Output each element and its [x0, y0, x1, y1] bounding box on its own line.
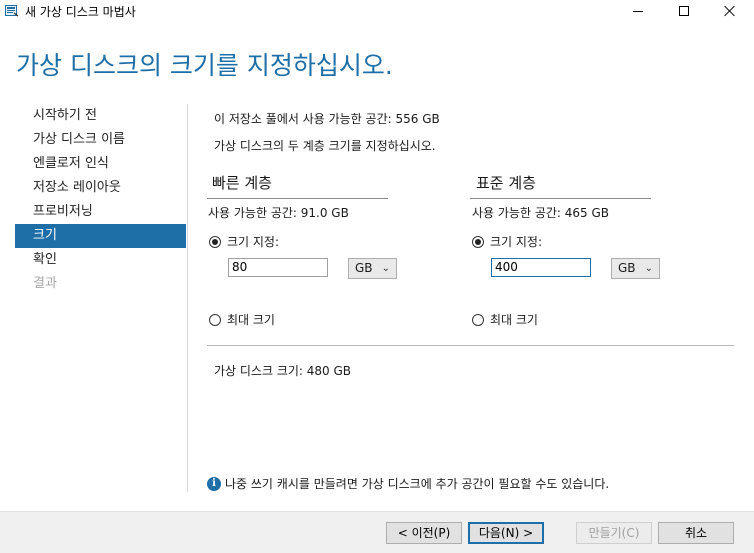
close-button[interactable] — [707, 0, 753, 22]
info-icon: i — [207, 476, 221, 491]
close-icon — [724, 5, 736, 17]
cancel-button[interactable]: 취소 — [658, 522, 734, 544]
maximize-button[interactable] — [661, 0, 707, 22]
title-bar: 새 가상 디스크 마법사 — [0, 0, 754, 22]
page-title: 가상 디스크의 크기를 지정하십시오. — [16, 51, 393, 80]
fast-tier-max-label: 최대 크기 — [227, 313, 275, 327]
fast-tier-size-input[interactable]: 80 — [228, 258, 328, 277]
minimize-icon — [633, 10, 643, 12]
virtual-disk-size: 가상 디스크 크기: 480 GB — [214, 364, 352, 378]
standard-tier-max-size-option[interactable]: 최대 크기 — [472, 311, 538, 328]
chevron-down-icon: ⌄ — [381, 263, 390, 274]
fast-tier-specify-label: 크기 지정: — [227, 235, 280, 249]
next-button[interactable]: 다음(N) > — [468, 522, 544, 544]
wizard-button-bar: < 이전(P) 다음(N) > 만들기(C) 취소 — [0, 511, 754, 553]
sidebar-item-enclosure-awareness[interactable]: 엔클로저 인식 — [15, 152, 186, 176]
fast-tier-available: 사용 가능한 공간: 91.0 GB — [208, 206, 349, 220]
standard-tier-unit-select[interactable]: GB ⌄ — [611, 258, 660, 279]
sidebar-item-provisioning[interactable]: 프로비저닝 — [15, 200, 186, 224]
minimize-button[interactable] — [615, 0, 661, 22]
content-divider — [207, 345, 734, 346]
instruction-text: 가상 디스크의 두 계층 크기를 지정하십시오. — [214, 139, 436, 153]
fast-tier-specify-size-option[interactable]: 크기 지정: — [209, 233, 279, 250]
maximize-icon — [679, 6, 689, 16]
info-note: i 나중 쓰기 캐시를 만들려면 가상 디스크에 추가 공간이 필요할 수도 있… — [207, 475, 609, 492]
standard-tier-underline — [470, 198, 651, 199]
standard-tier-max-radio[interactable] — [472, 313, 484, 326]
previous-button[interactable]: < 이전(P) — [386, 522, 462, 544]
sidebar-item-confirmation[interactable]: 확인 — [15, 248, 186, 272]
fast-tier-heading: 빠른 계층 — [212, 174, 272, 192]
sidebar-item-size[interactable]: 크기 — [15, 224, 186, 248]
sidebar-item-results: 결과 — [33, 276, 57, 291]
chevron-down-icon: ⌄ — [644, 263, 653, 274]
sidebar-divider — [187, 104, 188, 492]
fast-tier-max-radio[interactable] — [209, 313, 221, 326]
fast-tier-max-size-option[interactable]: 최대 크기 — [209, 311, 275, 328]
wizard-disk-icon — [5, 5, 19, 17]
standard-tier-specify-label: 크기 지정: — [490, 235, 543, 249]
standard-tier-max-label: 최대 크기 — [490, 313, 538, 327]
standard-tier-heading: 표준 계층 — [476, 174, 536, 192]
info-note-text: 나중 쓰기 캐시를 만들려면 가상 디스크에 추가 공간이 필요할 수도 있습니… — [225, 477, 610, 491]
create-button: 만들기(C) — [576, 522, 652, 544]
standard-tier-specify-size-option[interactable]: 크기 지정: — [472, 233, 542, 250]
fast-tier-unit-select[interactable]: GB ⌄ — [348, 258, 397, 279]
fast-tier-specify-radio[interactable] — [209, 235, 221, 248]
standard-tier-unit-value: GB — [618, 261, 636, 275]
fast-tier-underline — [207, 198, 388, 199]
sidebar-item-storage-layout[interactable]: 저장소 레이아웃 — [15, 176, 186, 200]
sidebar-item-before-you-begin[interactable]: 시작하기 전 — [15, 104, 186, 128]
window-title: 새 가상 디스크 마법사 — [25, 5, 136, 19]
fast-tier-unit-value: GB — [355, 261, 373, 275]
sidebar-item-virtual-disk-name[interactable]: 가상 디스크 이름 — [15, 128, 186, 152]
wizard-steps-sidebar: 시작하기 전 가상 디스크 이름 엔클로저 인식 저장소 레이아웃 프로비저닝 … — [15, 104, 186, 296]
standard-tier-size-input[interactable]: 400 — [491, 258, 591, 277]
standard-tier-specify-radio[interactable] — [472, 235, 484, 248]
pool-available-space: 이 저장소 풀에서 사용 가능한 공간: 556 GB — [214, 112, 440, 126]
standard-tier-available: 사용 가능한 공간: 465 GB — [472, 206, 610, 220]
